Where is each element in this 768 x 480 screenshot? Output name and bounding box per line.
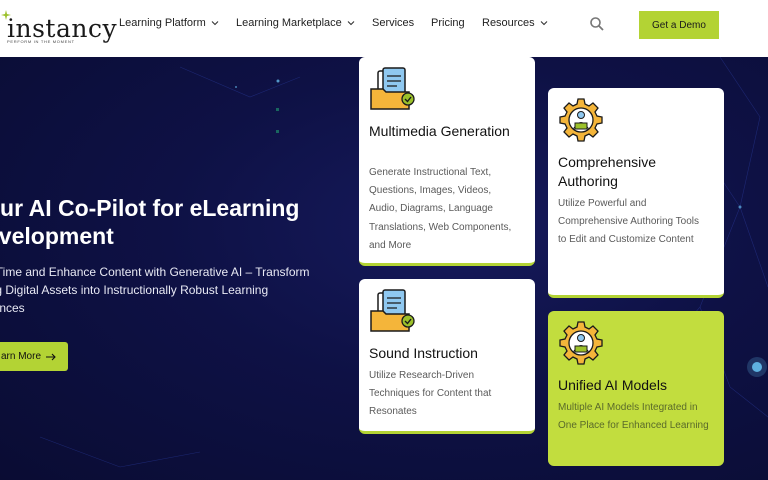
card-title: Unified AI Models <box>558 377 667 393</box>
arrow-right-icon <box>46 353 56 360</box>
documents-icon <box>370 289 415 332</box>
search-icon[interactable] <box>589 16 605 32</box>
gear-person-icon <box>559 321 603 365</box>
card-text: Multiple AI Models Integrated in One Pla… <box>558 402 709 432</box>
learn-more-button[interactable]: arn More <box>0 342 68 371</box>
card-text: Utilize Research-Driven Techniques for C… <box>369 370 492 418</box>
nav-label: Services <box>372 17 415 29</box>
hero-subtitle: e Time and Enhance Content with Generati… <box>0 263 346 317</box>
nav-label: Learning Marketplace <box>236 17 342 29</box>
feature-card-unified-ai-models[interactable]: Unified AI Models Multiple AI Models Int… <box>548 311 724 466</box>
chevron-down-icon <box>211 21 219 26</box>
hero-subtitle-line: ing Digital Assets into Instructionally … <box>0 283 269 297</box>
card-title: Sound Instruction <box>369 345 478 361</box>
hero-subtitle-line: e Time and Enhance Content with Generati… <box>0 265 310 279</box>
nav-learning-platform[interactable]: Learning Platform <box>119 17 219 29</box>
nav-pricing[interactable]: Pricing <box>431 17 465 29</box>
logo-tagline: PERFORM IN THE MOMENT <box>7 39 75 44</box>
feature-card-sound-instruction[interactable]: Sound Instruction Utilize Research-Drive… <box>359 279 535 434</box>
nav-resources[interactable]: Resources <box>482 17 548 29</box>
nav-services[interactable]: Services <box>372 17 414 29</box>
card-title: Comprehensive Authoring <box>558 154 657 189</box>
chevron-down-icon <box>347 21 355 26</box>
feature-card-multimedia-generation[interactable]: Multimedia Generation Generate Instructi… <box>359 57 535 266</box>
card-text: Utilize Powerful and Comprehensive Autho… <box>558 198 700 246</box>
get-a-demo-button[interactable]: Get a Demo <box>639 11 719 39</box>
documents-icon <box>370 67 415 110</box>
nav-learning-marketplace[interactable]: Learning Marketplace <box>236 17 355 29</box>
gear-person-icon <box>559 98 603 142</box>
nav-label: Resources <box>482 17 535 29</box>
nav-label: Learning Platform <box>119 17 206 29</box>
site-header: instancy PERFORM IN THE MOMENT Learning … <box>0 0 768 57</box>
hero-subtitle-line: riences <box>0 301 25 315</box>
hero-title-line: our AI Co-Pilot for eLearning <box>0 195 300 221</box>
hero-title: our AI Co-Pilot for eLearning evelopment <box>0 194 346 250</box>
chevron-down-icon <box>540 21 547 26</box>
hero-title-line: evelopment <box>0 223 114 249</box>
card-text: Generate Instructional Text, Questions, … <box>369 167 512 251</box>
nav-label: Pricing <box>431 17 465 29</box>
card-title: Multimedia Generation <box>369 123 510 139</box>
feature-card-comprehensive-authoring[interactable]: Comprehensive Authoring Utilize Powerful… <box>548 88 724 298</box>
logo[interactable]: instancy PERFORM IN THE MOMENT <box>0 10 117 46</box>
learn-more-label: arn More <box>0 351 41 362</box>
